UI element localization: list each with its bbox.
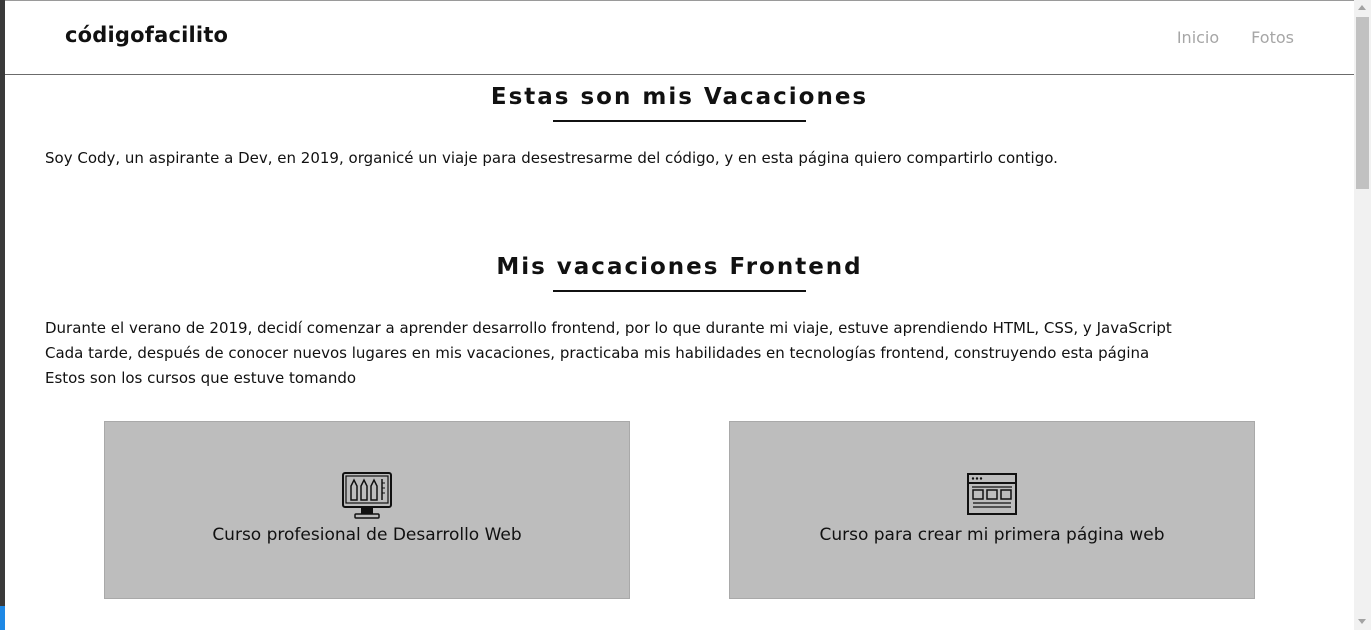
design-monitor-icon: [341, 472, 393, 526]
frontend-paragraph-2: Cada tarde, después de conocer nuevos lu…: [45, 344, 1150, 362]
section-title-vacaciones: Estas son mis Vacaciones: [490, 84, 869, 110]
site-header: códigofacilito Inicio Fotos: [5, 1, 1354, 75]
vertical-scrollbar[interactable]: [1354, 0, 1371, 630]
webpage-layout-icon: [966, 472, 1018, 520]
scroll-up-arrow-icon[interactable]: [1358, 5, 1366, 10]
window-edge-accent: [0, 606, 5, 630]
title-underline: [553, 290, 806, 292]
title-underline: [553, 120, 806, 122]
scroll-down-arrow-icon[interactable]: [1358, 619, 1366, 624]
scrollbar-thumb[interactable]: [1356, 17, 1369, 189]
course-title: Curso profesional de Desarrollo Web: [212, 525, 522, 545]
nav-link-inicio[interactable]: Inicio: [1177, 28, 1219, 47]
frontend-paragraph-3: Estos son los cursos que estuve tomando: [45, 369, 357, 387]
course-title: Curso para crear mi primera página web: [819, 525, 1165, 545]
intro-paragraph: Soy Cody, un aspirante a Dev, en 2019, o…: [45, 149, 1058, 167]
course-card-desarrollo-web[interactable]: Curso profesional de Desarrollo Web: [104, 421, 630, 599]
site-logo[interactable]: códigofacilito: [65, 23, 228, 47]
nav-link-fotos[interactable]: Fotos: [1251, 28, 1294, 47]
frontend-paragraph-1: Durante el verano de 2019, decidí comenz…: [45, 319, 1172, 337]
section-title-frontend: Mis vacaciones Frontend: [496, 254, 863, 280]
course-card-primera-pagina[interactable]: Curso para crear mi primera página web: [729, 421, 1255, 599]
main-nav: Inicio Fotos: [1177, 28, 1294, 47]
